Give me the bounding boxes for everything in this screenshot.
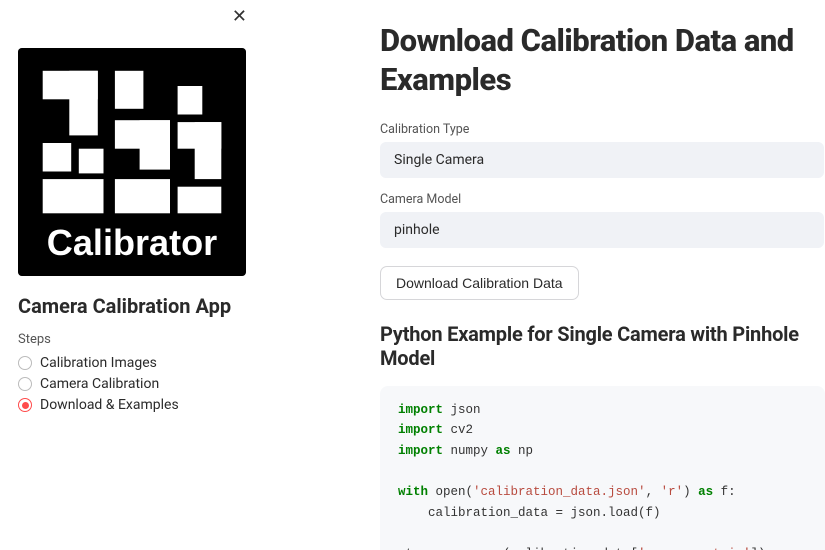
steps-label: Steps — [18, 332, 247, 347]
steps-list: Calibration Images Camera Calibration Do… — [18, 355, 247, 413]
code-token: open( — [428, 485, 473, 499]
calibrator-logo-icon: Calibrator — [18, 48, 246, 276]
code-token: calibration_data = json.load(f) — [398, 506, 661, 520]
step-calibration-images[interactable]: Calibration Images — [18, 355, 247, 371]
page-title: Download Calibration Data and Examples — [380, 22, 825, 100]
field-label: Calibration Type — [380, 122, 825, 137]
download-button[interactable]: Download Calibration Data — [380, 266, 579, 300]
code-token: cv2 — [443, 423, 473, 437]
field-label: Camera Model — [380, 192, 825, 207]
step-download-examples[interactable]: Download & Examples — [18, 397, 247, 413]
radio-icon — [18, 377, 32, 391]
app-logo: Calibrator — [18, 48, 247, 276]
step-camera-calibration[interactable]: Camera Calibration — [18, 376, 247, 392]
sidebar: ✕ Calibrator Camera Calibrati — [0, 0, 265, 550]
calibration-type-select[interactable]: Single Camera — [380, 142, 824, 178]
code-token: as — [698, 485, 713, 499]
camera-model-field: Camera Model pinhole — [380, 192, 825, 248]
step-label: Calibration Images — [40, 355, 157, 371]
code-token: with — [398, 485, 428, 499]
code-token: , — [646, 485, 661, 499]
step-label: Camera Calibration — [40, 376, 159, 392]
code-token: ) — [683, 485, 698, 499]
main-content: Download Calibration Data and Examples C… — [265, 0, 825, 550]
code-token: import — [398, 423, 443, 437]
radio-icon — [18, 398, 32, 412]
code-token: import — [398, 444, 443, 458]
code-token: np — [511, 444, 534, 458]
step-label: Download & Examples — [40, 397, 179, 413]
logo-text: Calibrator — [47, 222, 217, 263]
code-token: 'calibration_data.json' — [473, 485, 646, 499]
code-token: json — [443, 403, 481, 417]
camera-model-select[interactable]: pinhole — [380, 212, 824, 248]
app-title: Camera Calibration App — [18, 294, 247, 318]
code-token: as — [496, 444, 511, 458]
radio-icon — [18, 356, 32, 370]
code-token: numpy — [443, 444, 496, 458]
code-token: import — [398, 403, 443, 417]
close-icon[interactable]: ✕ — [232, 6, 247, 27]
code-token: 'r' — [661, 485, 684, 499]
calibration-type-field: Calibration Type Single Camera — [380, 122, 825, 178]
code-block[interactable]: import json import cv2 import numpy as n… — [380, 386, 825, 550]
python-example-title: Python Example for Single Camera with Pi… — [380, 322, 825, 370]
code-token: f: — [713, 485, 736, 499]
